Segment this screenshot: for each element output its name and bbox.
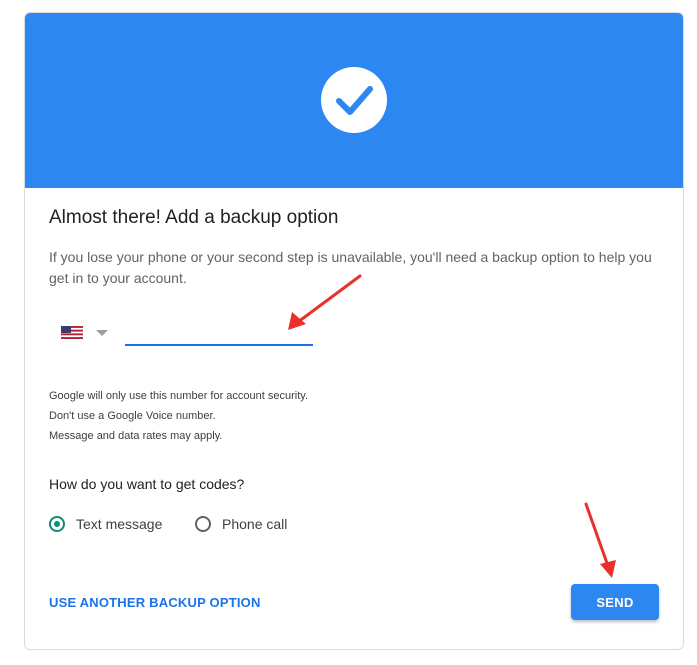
- send-button[interactable]: SEND: [571, 584, 659, 620]
- radio-option-text-message[interactable]: Text message: [49, 513, 162, 535]
- radio-label: Text message: [76, 516, 163, 532]
- codes-question: How do you want to get codes?: [49, 476, 245, 492]
- use-another-option-button[interactable]: USE ANOTHER BACKUP OPTION: [49, 595, 261, 610]
- backup-option-card: Almost there! Add a backup option If you…: [24, 12, 684, 650]
- phone-number-input[interactable]: [125, 318, 313, 346]
- radio-button-selected[interactable]: [49, 516, 65, 532]
- radio-option-phone-call[interactable]: Phone call: [195, 513, 287, 535]
- note-line: Don't use a Google Voice number.: [49, 410, 216, 422]
- us-flag-icon[interactable]: [61, 326, 83, 339]
- country-dropdown-icon[interactable]: [96, 330, 108, 336]
- security-notes: Google will only use this number for acc…: [49, 386, 308, 446]
- page-title: Almost there! Add a backup option: [49, 207, 339, 228]
- note-line: Google will only use this number for acc…: [49, 390, 309, 402]
- header-banner: [25, 13, 683, 188]
- page-description: If you lose your phone or your second st…: [49, 249, 652, 286]
- radio-label: Phone call: [222, 516, 288, 532]
- note-line: Message and data rates may apply.: [49, 430, 223, 442]
- check-icon: [321, 67, 387, 133]
- radio-button[interactable]: [195, 516, 211, 532]
